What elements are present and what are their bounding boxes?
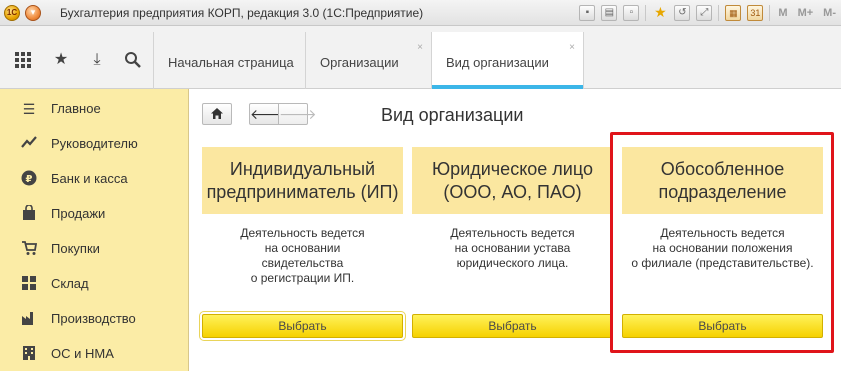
tab-organization-type[interactable]: Вид организации ×	[431, 32, 584, 89]
close-icon[interactable]: ×	[417, 42, 423, 53]
select-button[interactable]: Выбрать	[199, 311, 406, 341]
main-menu-button[interactable]: ▾	[25, 5, 41, 21]
tab-label: Вид организации	[446, 55, 549, 70]
card-heading-line: предприниматель (ИП)	[206, 181, 399, 202]
sidebar-item-label: Производство	[51, 311, 136, 326]
home-button[interactable]	[202, 103, 232, 125]
card-description: Деятельность ведется на основании устава…	[412, 226, 613, 271]
sidebar-item-label: Покупки	[51, 241, 100, 256]
card-heading-line: Юридическое лицо	[432, 158, 593, 179]
sidebar-item-label: Продажи	[51, 206, 106, 221]
tab-label: Начальная страница	[168, 55, 294, 70]
sidebar-item-label: ОС и НМА	[51, 346, 114, 361]
sidebar-item-director[interactable]: Руководителю	[0, 126, 189, 161]
save-icon[interactable]: ▪	[579, 5, 596, 21]
card-heading-line: (ООО, АО, ПАО)	[443, 181, 582, 202]
card-description-line: Деятельность ведется	[450, 226, 575, 240]
card-description-line: на основании устава	[454, 241, 571, 255]
memory-plus-button[interactable]: M+	[798, 7, 814, 19]
favorites-star-icon[interactable]: ★	[652, 5, 668, 21]
card-heading-line: Индивидуальный	[229, 158, 376, 179]
svg-text:₽: ₽	[26, 174, 33, 185]
warehouse-grid-icon	[20, 275, 38, 293]
search-icon[interactable]	[124, 51, 142, 69]
sidebar-item-sales[interactable]: Продажи	[0, 196, 189, 231]
app-logo-icon: 1С	[4, 5, 20, 21]
history-icon[interactable]: ↺	[674, 5, 691, 21]
sidebar-item-main[interactable]: ☰ Главное	[0, 91, 189, 126]
titlebar-toolbar: ▪ ▤ ▫ ★ ↺ ⤢ ▦ 31 M M+ M-	[576, 3, 841, 23]
forward-button[interactable]: 🡒	[278, 103, 317, 125]
cart-icon	[20, 240, 38, 258]
preview-icon[interactable]: ▫	[623, 5, 640, 21]
sidebar-item-label: Руководителю	[51, 136, 138, 151]
card-heading: Индивидуальный предприниматель (ИП)	[202, 147, 403, 214]
calendar-icon[interactable]: 31	[747, 5, 764, 21]
apps-grid-icon[interactable]	[14, 51, 32, 69]
print-icon[interactable]: ▤	[601, 5, 618, 21]
back-button[interactable]: 🡐	[249, 103, 288, 125]
close-icon[interactable]: ×	[569, 42, 575, 53]
tab-organizations[interactable]: Организации ×	[305, 32, 431, 89]
card-description-line: на основании	[264, 241, 341, 255]
memory-m-button[interactable]: M	[778, 7, 787, 19]
sidebar-item-warehouse[interactable]: Склад	[0, 266, 189, 301]
card-description-line: юридического лица.	[456, 256, 569, 270]
sidebar-item-label: Склад	[51, 276, 89, 291]
sidebar-item-label: Банк и касса	[51, 171, 128, 186]
trend-icon	[20, 135, 38, 153]
toolbar-divider	[769, 5, 771, 21]
sections-sidebar: ☰ Главное Руководителю ₽ Банк и касса Пр…	[0, 89, 189, 371]
tab-home[interactable]: Начальная страница	[153, 32, 305, 89]
building-icon	[20, 345, 38, 363]
window-titlebar: 1С ▾ Бухгалтерия предприятия КОРП, редак…	[0, 0, 841, 26]
select-button[interactable]: Выбрать	[412, 314, 613, 338]
ruble-coin-icon: ₽	[20, 170, 38, 188]
card-description-line: о регистрации ИП.	[250, 271, 355, 285]
annotation-highlight-frame	[610, 132, 834, 353]
page-title: Вид организации	[381, 105, 524, 125]
card-description-line: Деятельность ведется	[240, 226, 365, 240]
sidebar-item-production[interactable]: Производство	[0, 301, 189, 336]
toolbar-divider	[718, 5, 720, 21]
sidebar-item-purchases[interactable]: Покупки	[0, 231, 189, 266]
section-nav-bar: ★ ⤓ Начальная страница Организации × Вид…	[0, 26, 841, 89]
tab-label: Организации	[320, 55, 399, 70]
org-type-card-legal-entity: Юридическое лицо (ООО, АО, ПАО) Деятельн…	[412, 147, 613, 342]
menu-lines-icon: ☰	[22, 101, 36, 117]
card-description-line: свидетельства	[261, 256, 344, 270]
history-icon[interactable]: ⤓	[88, 51, 106, 69]
calculator-icon[interactable]: ▦	[725, 5, 742, 21]
shopping-bag-icon	[20, 204, 38, 223]
card-description: Деятельность ведется на основании свидет…	[202, 226, 403, 286]
link-icon[interactable]: ⤢	[696, 5, 713, 21]
main-content: 🡐 🡒 Вид организации Индивидуальный предп…	[190, 89, 841, 371]
sidebar-item-bank[interactable]: ₽ Банк и касса	[0, 161, 189, 196]
window-title: Бухгалтерия предприятия КОРП, редакция 3…	[60, 6, 424, 20]
org-type-card-individual: Индивидуальный предприниматель (ИП) Деят…	[199, 147, 406, 342]
memory-minus-button[interactable]: M-	[823, 7, 836, 19]
toolbar-divider	[645, 5, 647, 21]
sidebar-item-fixed-assets[interactable]: ОС и НМА	[0, 336, 189, 371]
card-heading: Юридическое лицо (ООО, АО, ПАО)	[412, 147, 613, 214]
factory-icon	[20, 310, 38, 328]
sidebar-item-label: Главное	[51, 101, 101, 116]
favorites-star-icon[interactable]: ★	[52, 51, 70, 69]
